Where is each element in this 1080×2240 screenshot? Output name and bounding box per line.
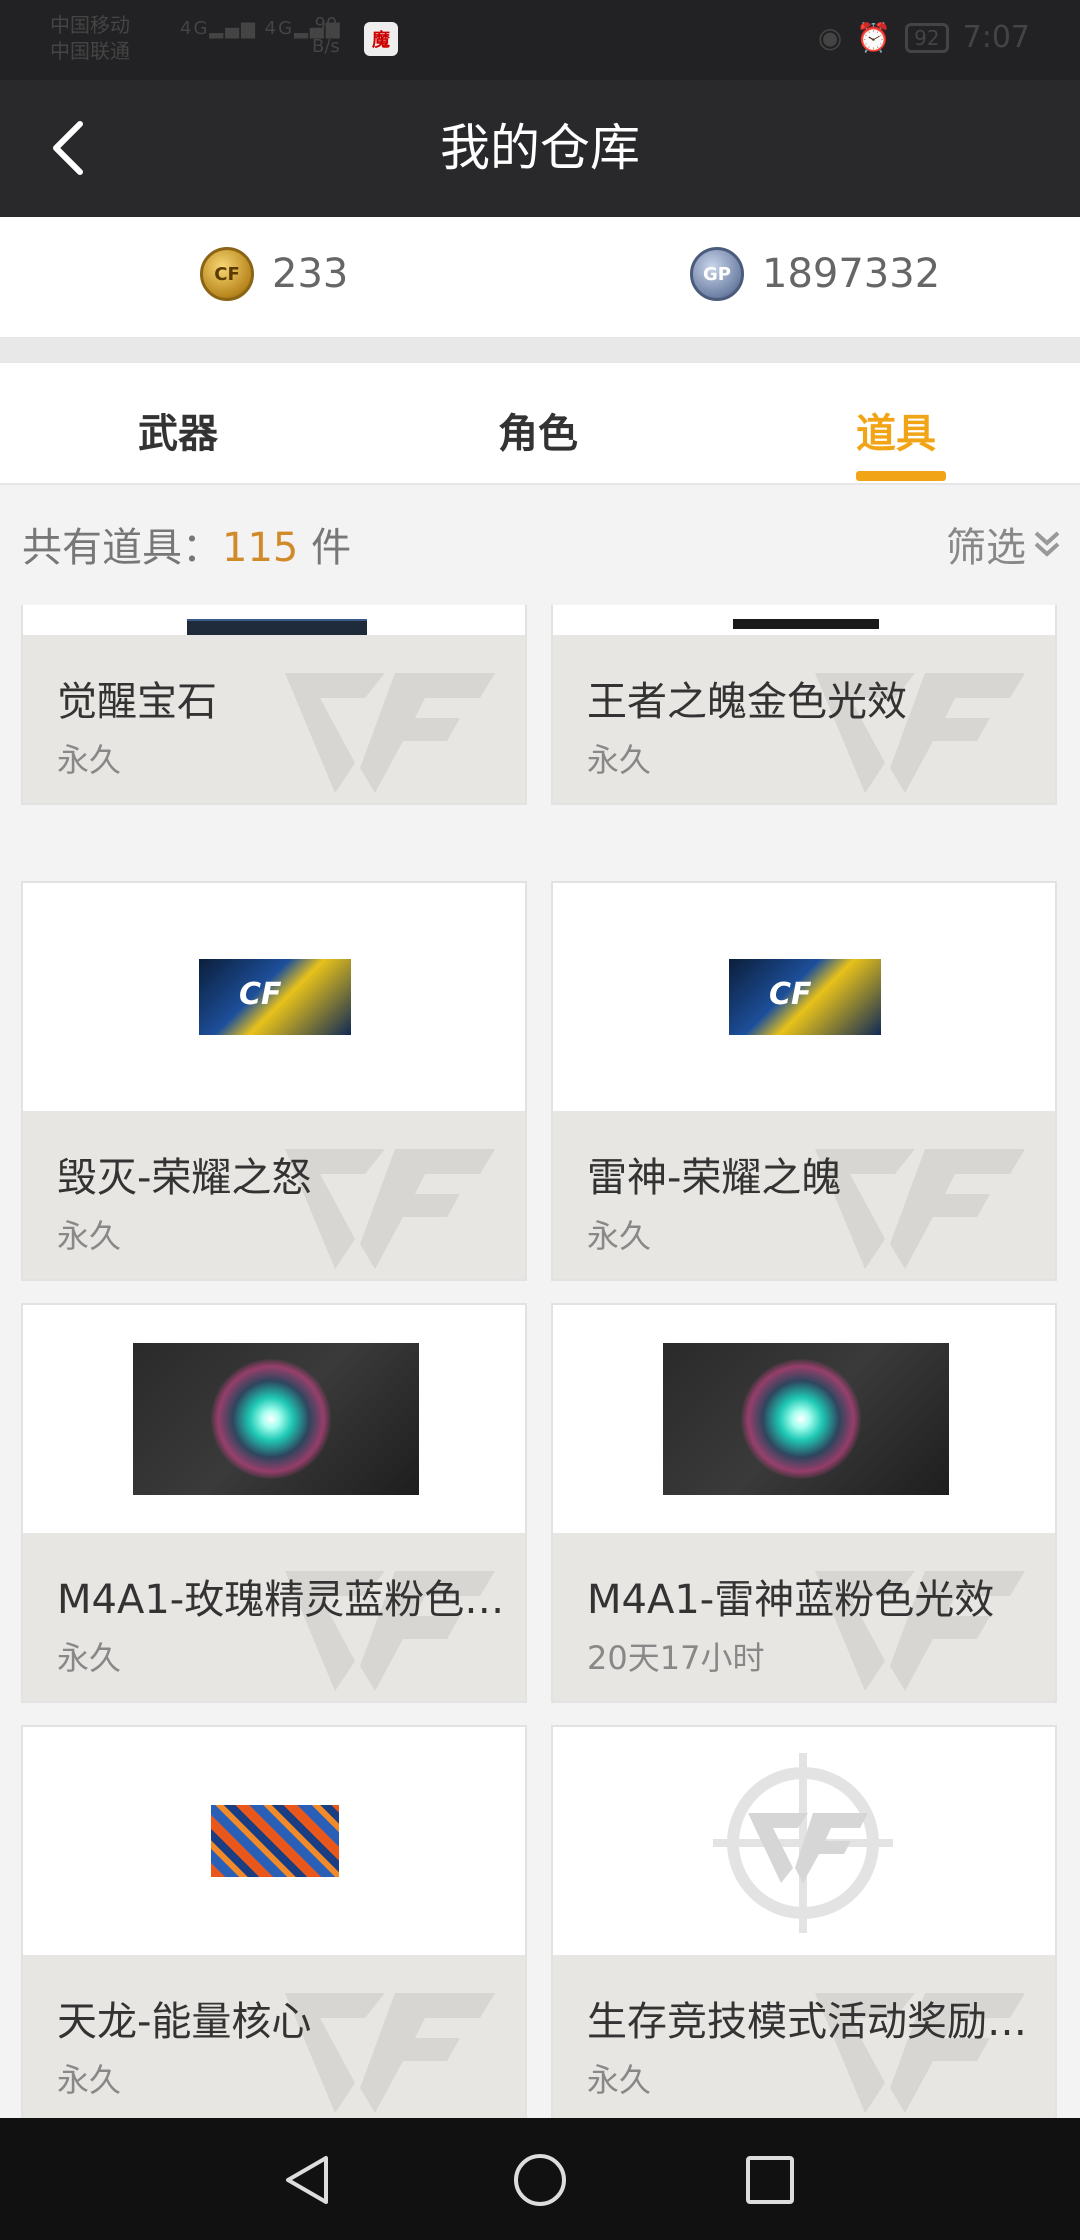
- item-count-value: 115: [222, 525, 299, 571]
- item-duration: 永久: [587, 2061, 652, 2099]
- speed-unit: B/s: [312, 36, 340, 57]
- square-recents-icon: [746, 2156, 794, 2204]
- divider: [0, 337, 1080, 363]
- item-card[interactable]: 生存竞技模式活动奖励… 永久: [551, 1725, 1057, 2118]
- network-speed: 90 B/s: [312, 14, 340, 58]
- tab-characters[interactable]: 角色: [498, 401, 578, 459]
- item-name: 生存竞技模式活动奖励…: [587, 1999, 1027, 2045]
- glow-orb-icon: [741, 1359, 861, 1479]
- item-name: 王者之魄金色光效: [587, 679, 907, 725]
- item-thumbnail: [133, 1343, 419, 1495]
- cf-emblem-icon: [713, 1753, 893, 1933]
- item-card[interactable]: 天龙-能量核心 永久: [21, 1725, 527, 2118]
- item-grid: 觉醒宝石 永久 王者之魄金色光效 永久 CF 毁灭-荣耀之怒 永久 CF 雷神-…: [0, 605, 1080, 2118]
- speed-value: 90: [314, 14, 338, 35]
- battery-icon: 92: [905, 22, 949, 53]
- item-thumbnail-area: [23, 1727, 525, 1955]
- status-bar: 中国移动 中国联通 4G▂▄▆ 4G▂▄▆ 90 B/s 魔 ◉ ⏰ 92 7:…: [0, 0, 1080, 80]
- item-card[interactable]: M4A1-玫瑰精灵蓝粉色… 永久: [21, 1303, 527, 1703]
- gp-coin-icon: GP: [690, 247, 744, 301]
- tab-weapons[interactable]: 武器: [138, 401, 218, 459]
- item-thumbnail: [733, 619, 879, 629]
- nav-recents-button[interactable]: [738, 2148, 802, 2212]
- item-name: M4A1-玫瑰精灵蓝粉色…: [57, 1577, 505, 1623]
- item-thumbnail-area: [553, 1727, 1055, 1955]
- item-thumbnail-area: [23, 605, 525, 635]
- item-thumbnail: [211, 1805, 339, 1877]
- item-info: 天龙-能量核心 永久: [23, 1955, 525, 2118]
- cfpl-logo-icon: CF: [239, 977, 282, 1012]
- item-card[interactable]: 王者之魄金色光效 永久: [551, 605, 1057, 805]
- item-duration: 永久: [57, 1217, 122, 1255]
- item-card[interactable]: CF 雷神-荣耀之魄 永久: [551, 881, 1057, 1281]
- item-info: M4A1-玫瑰精灵蓝粉色… 永久: [23, 1533, 525, 1701]
- item-name: 天龙-能量核心: [57, 1999, 312, 2045]
- gp-points-value: 1897332: [762, 251, 941, 297]
- item-card[interactable]: M4A1-雷神蓝粉色光效 20天17小时: [551, 1303, 1057, 1703]
- item-duration: 永久: [587, 741, 652, 779]
- status-right: ◉ ⏰ 92 7:07: [818, 20, 1030, 55]
- nav-home-button[interactable]: [508, 2148, 572, 2212]
- item-info: 生存竞技模式活动奖励… 永久: [553, 1955, 1055, 2118]
- cf-points-value: 233: [272, 251, 349, 297]
- item-duration: 永久: [587, 1217, 652, 1255]
- item-thumbnail-area: [553, 605, 1055, 635]
- triangle-back-icon: [286, 2156, 328, 2204]
- item-thumbnail: [187, 619, 367, 635]
- system-nav-bar: [0, 2118, 1080, 2240]
- network-2: 4G: [264, 18, 295, 39]
- app-notification-icon: 魔: [364, 22, 398, 56]
- item-thumbnail-area: [23, 1305, 525, 1533]
- item-name: 雷神-荣耀之魄: [587, 1155, 842, 1201]
- item-duration: 永久: [57, 1639, 122, 1677]
- item-card[interactable]: CF 毁灭-荣耀之怒 永久: [21, 881, 527, 1281]
- network-1: 4G: [180, 18, 210, 39]
- item-thumbnail-area: [553, 1305, 1055, 1533]
- item-info: 毁灭-荣耀之怒 永久: [23, 1111, 525, 1279]
- item-info: M4A1-雷神蓝粉色光效 20天17小时: [553, 1533, 1055, 1701]
- item-count: 共有道具：115 件: [22, 515, 351, 573]
- item-thumbnail: CF: [199, 959, 351, 1035]
- item-thumbnail: CF: [729, 959, 881, 1035]
- item-thumbnail: [663, 1343, 949, 1495]
- circle-home-icon: [514, 2154, 566, 2206]
- currency-bar: CF 233 GP 1897332: [0, 217, 1080, 337]
- carrier-1: 中国移动: [50, 13, 130, 37]
- page-title: 我的仓库: [440, 119, 640, 177]
- cfpl-logo-icon: CF: [769, 977, 812, 1012]
- nav-back-button[interactable]: [276, 2148, 340, 2212]
- clock: 7:07: [962, 20, 1030, 55]
- title-bar: 我的仓库: [0, 80, 1080, 217]
- category-tabs: 武器 角色 道具: [0, 363, 1080, 485]
- item-duration: 永久: [57, 741, 122, 779]
- item-name: M4A1-雷神蓝粉色光效: [587, 1577, 995, 1623]
- item-card[interactable]: 觉醒宝石 永久: [21, 605, 527, 805]
- item-duration: 永久: [57, 2061, 122, 2099]
- item-thumbnail-area: CF: [23, 883, 525, 1111]
- active-tab-indicator: [856, 471, 946, 481]
- tab-items[interactable]: 道具: [856, 401, 936, 459]
- double-chevron-down-icon: [1034, 531, 1060, 557]
- summary-bar: 共有道具：115 件 筛选: [0, 485, 1080, 605]
- filter-label: 筛选: [946, 525, 1026, 571]
- carrier-labels: 中国移动 中国联通: [50, 12, 130, 64]
- carrier-2: 中国联通: [50, 39, 130, 63]
- cf-points: CF 233: [200, 247, 348, 301]
- gp-points: GP 1897332: [690, 247, 940, 301]
- item-info: 觉醒宝石 永久: [23, 635, 525, 803]
- item-info: 雷神-荣耀之魄 永久: [553, 1111, 1055, 1279]
- item-count-suffix: 件: [298, 525, 352, 571]
- item-count-prefix: 共有道具：: [22, 525, 222, 571]
- alarm-icon: ⏰: [856, 21, 892, 54]
- item-thumbnail-area: CF: [553, 883, 1055, 1111]
- item-name: 觉醒宝石: [57, 679, 217, 725]
- item-duration: 20天17小时: [587, 1639, 765, 1677]
- filter-button[interactable]: 筛选: [946, 515, 1062, 573]
- item-name: 毁灭-荣耀之怒: [57, 1155, 312, 1201]
- eye-icon: ◉: [817, 21, 843, 54]
- cf-coin-icon: CF: [200, 247, 254, 301]
- glow-orb-icon: [211, 1359, 331, 1479]
- item-info: 王者之魄金色光效 永久: [553, 635, 1055, 803]
